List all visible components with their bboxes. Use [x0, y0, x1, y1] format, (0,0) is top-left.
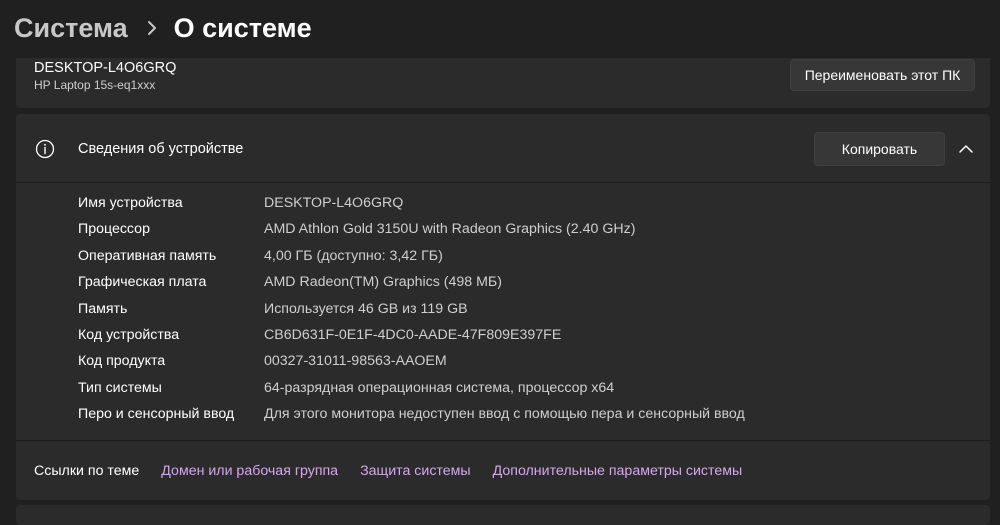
rename-pc-button[interactable]: Переименовать этот ПК [790, 59, 975, 91]
spec-value: DESKTOP-L4O6GRQ [264, 195, 404, 211]
spec-row: Память Используется 46 GB из 119 GB [16, 297, 990, 323]
next-card [16, 505, 990, 525]
domain-workgroup-link[interactable]: Домен или рабочая группа [161, 463, 338, 479]
spec-label: Перо и сенсорный ввод [78, 406, 235, 423]
device-specs-header[interactable]: Сведения об устройстве Копировать [16, 114, 990, 183]
spec-label: Тип системы [78, 379, 162, 396]
related-links: Ссылки по теме Домен или рабочая группа … [16, 440, 990, 500]
spec-value: Используется 46 GB из 119 GB [264, 300, 468, 317]
device-specs-list: Имя устройства DESKTOP-L4O6GRQ Процессор… [16, 191, 990, 429]
device-name: DESKTOP-L4O6GRQ [34, 60, 177, 76]
copy-button[interactable]: Копировать [814, 132, 945, 166]
spec-label: Код продукта [78, 353, 166, 370]
spec-value: CB6D631F-0E1F-4DC0-AADE-47F809E397FE [264, 326, 562, 343]
spec-label: Графическая плата [78, 274, 207, 291]
spec-row: Имя устройства DESKTOP-L4O6GRQ [16, 191, 990, 217]
spec-value: AMD Athlon Gold 3150U with Radeon Graphi… [264, 221, 636, 238]
device-name-card: DESKTOP-L4O6GRQ HP Laptop 15s-eq1xxx Пер… [16, 58, 990, 108]
chevron-up-icon[interactable] [957, 140, 975, 158]
device-specs-title: Сведения об устройстве [78, 141, 244, 157]
spec-label: Процессор [78, 221, 150, 238]
device-model: HP Laptop 15s-eq1xxx [34, 78, 156, 92]
spec-value: Для этого монитора недоступен ввод с пом… [264, 406, 745, 423]
related-links-title: Ссылки по теме [34, 462, 140, 479]
chevron-right-icon [146, 20, 158, 36]
spec-row: Перо и сенсорный ввод Для этого монитора… [16, 402, 990, 428]
spec-row: Код устройства CB6D631F-0E1F-4DC0-AADE-4… [16, 323, 990, 349]
spec-value: 4,00 ГБ (доступно: 3,42 ГБ) [264, 247, 443, 264]
spec-value: 00327-31011-98563-AAOEM [264, 353, 447, 370]
spec-label: Код устройства [78, 326, 180, 343]
advanced-system-settings-link[interactable]: Дополнительные параметры системы [493, 463, 743, 479]
spec-row: Код продукта 00327-31011-98563-AAOEM [16, 349, 990, 375]
page-title: О системе [173, 12, 312, 43]
spec-label: Оперативная память [78, 247, 217, 264]
system-protection-link[interactable]: Защита системы [360, 463, 471, 479]
breadcrumb: Система О системе [14, 6, 312, 50]
spec-label: Память [78, 300, 128, 317]
spec-value: 64-разрядная операционная система, проце… [264, 379, 615, 396]
device-specs-card: Сведения об устройстве Копировать Имя ус… [16, 114, 990, 500]
spec-row: Тип системы 64-разрядная операционная си… [16, 376, 990, 402]
spec-row: Графическая плата AMD Radeon(TM) Graphic… [16, 270, 990, 296]
breadcrumb-parent[interactable]: Система [14, 13, 128, 44]
spec-value: AMD Radeon(TM) Graphics (498 МБ) [264, 274, 502, 291]
spec-row: Оперативная память 4,00 ГБ (доступно: 3,… [16, 244, 990, 270]
info-icon [35, 139, 55, 159]
spec-label: Имя устройства [78, 195, 183, 211]
spec-row: Процессор AMD Athlon Gold 3150U with Rad… [16, 217, 990, 243]
